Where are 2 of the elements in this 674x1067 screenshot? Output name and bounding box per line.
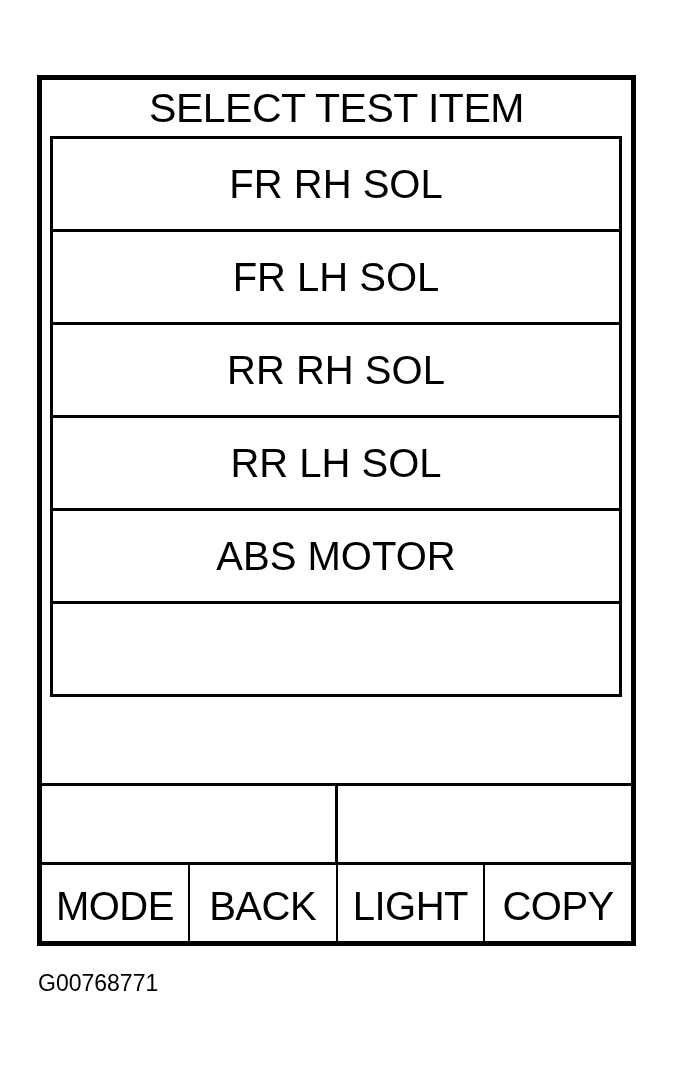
figure-id: G00768771 bbox=[38, 972, 159, 995]
screen-title: SELECT TEST ITEM bbox=[149, 87, 524, 129]
